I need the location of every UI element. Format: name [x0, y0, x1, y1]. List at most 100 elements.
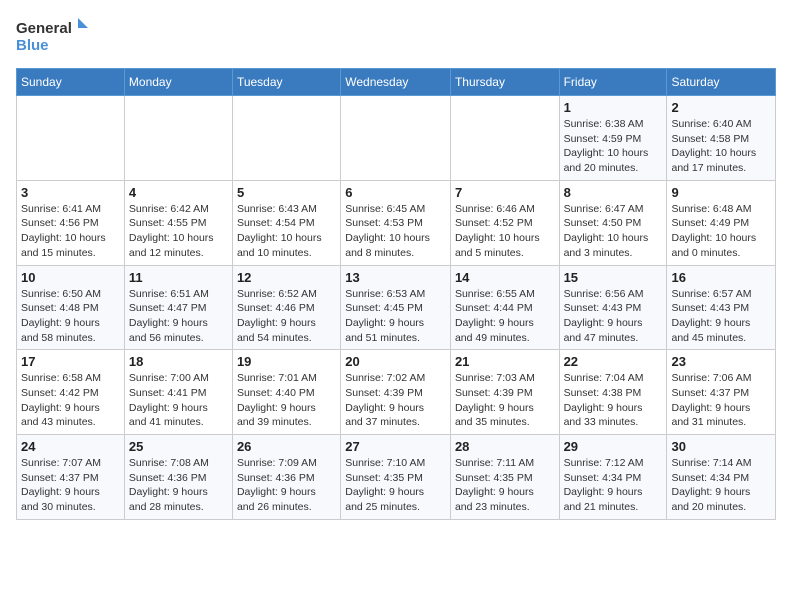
day-number: 14	[455, 270, 555, 285]
calendar-cell: 2 Sunrise: 6:40 AM Sunset: 4:58 PM Daylig…	[667, 96, 776, 181]
day-info: Sunrise: 7:14 AM Sunset: 4:34 PM Dayligh…	[671, 456, 771, 515]
day-info: Sunrise: 7:12 AM Sunset: 4:34 PM Dayligh…	[564, 456, 663, 515]
weekday-header-wednesday: Wednesday	[341, 69, 451, 96]
calendar-cell: 19 Sunrise: 7:01 AM Sunset: 4:40 PM Dayli…	[232, 350, 340, 435]
day-info: Sunrise: 6:48 AM Sunset: 4:49 PM Dayligh…	[671, 202, 771, 261]
day-info: Sunrise: 6:46 AM Sunset: 4:52 PM Dayligh…	[455, 202, 555, 261]
calendar-cell: 10Sunrise: 6:50 AM Sunset: 4:48 PM Dayli…	[17, 265, 125, 350]
calendar-cell: 7Sunrise: 6:46 AM Sunset: 4:52 PM Daylig…	[450, 180, 559, 265]
day-info: Sunrise: 6:45 AM Sunset: 4:53 PM Dayligh…	[345, 202, 446, 261]
day-info: Sunrise: 7:01 AM Sunset: 4:40 PM Dayligh…	[237, 371, 336, 430]
day-info: Sunrise: 7:07 AM Sunset: 4:37 PM Dayligh…	[21, 456, 120, 515]
calendar-cell: 24 Sunrise: 7:07 AM Sunset: 4:37 PM Dayli…	[17, 435, 125, 520]
day-info: Sunrise: 7:00 AM Sunset: 4:41 PM Dayligh…	[129, 371, 228, 430]
day-number: 21	[455, 354, 555, 369]
day-info: Sunrise: 7:10 AM Sunset: 4:35 PM Dayligh…	[345, 456, 446, 515]
calendar-cell: 27 Sunrise: 7:10 AM Sunset: 4:35 PM Dayli…	[341, 435, 451, 520]
calendar-cell: 30 Sunrise: 7:14 AM Sunset: 4:34 PM Dayli…	[667, 435, 776, 520]
page-header: GeneralBlue	[16, 16, 776, 56]
day-info: Sunrise: 6:41 AM Sunset: 4:56 PM Dayligh…	[21, 202, 120, 261]
day-info: Sunrise: 6:38 AM Sunset: 4:59 PM Dayligh…	[564, 117, 663, 176]
day-info: Sunrise: 7:06 AM Sunset: 4:37 PM Dayligh…	[671, 371, 771, 430]
calendar-cell: 18Sunrise: 7:00 AM Sunset: 4:41 PM Dayli…	[124, 350, 232, 435]
day-number: 22	[564, 354, 663, 369]
calendar-week-2: 3 Sunrise: 6:41 AM Sunset: 4:56 PM Daylig…	[17, 180, 776, 265]
calendar-week-3: 10Sunrise: 6:50 AM Sunset: 4:48 PM Dayli…	[17, 265, 776, 350]
day-number: 11	[129, 270, 228, 285]
calendar-cell: 14 Sunrise: 6:55 AM Sunset: 4:44 PM Dayli…	[450, 265, 559, 350]
svg-text:General: General	[16, 20, 72, 37]
logo: GeneralBlue	[16, 16, 96, 56]
calendar-cell: 6 Sunrise: 6:45 AM Sunset: 4:53 PM Daylig…	[341, 180, 451, 265]
day-info: Sunrise: 6:42 AM Sunset: 4:55 PM Dayligh…	[129, 202, 228, 261]
day-number: 20	[345, 354, 446, 369]
day-info: Sunrise: 7:08 AM Sunset: 4:36 PM Dayligh…	[129, 456, 228, 515]
day-number: 24	[21, 439, 120, 454]
calendar-cell: 13Sunrise: 6:53 AM Sunset: 4:45 PM Dayli…	[341, 265, 451, 350]
day-number: 17	[21, 354, 120, 369]
weekday-header-friday: Friday	[559, 69, 667, 96]
day-info: Sunrise: 7:02 AM Sunset: 4:39 PM Dayligh…	[345, 371, 446, 430]
day-info: Sunrise: 7:09 AM Sunset: 4:36 PM Dayligh…	[237, 456, 336, 515]
calendar-cell: 3 Sunrise: 6:41 AM Sunset: 4:56 PM Daylig…	[17, 180, 125, 265]
calendar-cell: 21 Sunrise: 7:03 AM Sunset: 4:39 PM Dayli…	[450, 350, 559, 435]
calendar-cell: 5Sunrise: 6:43 AM Sunset: 4:54 PM Daylig…	[232, 180, 340, 265]
calendar-cell	[341, 96, 451, 181]
day-number: 8	[564, 185, 663, 200]
weekday-header-row: SundayMondayTuesdayWednesdayThursdayFrid…	[17, 69, 776, 96]
day-number: 9	[671, 185, 771, 200]
day-info: Sunrise: 6:50 AM Sunset: 4:48 PM Dayligh…	[21, 287, 120, 346]
day-info: Sunrise: 6:47 AM Sunset: 4:50 PM Dayligh…	[564, 202, 663, 261]
calendar-cell: 15 Sunrise: 6:56 AM Sunset: 4:43 PM Dayli…	[559, 265, 667, 350]
day-info: Sunrise: 6:43 AM Sunset: 4:54 PM Dayligh…	[237, 202, 336, 261]
day-number: 25	[129, 439, 228, 454]
day-info: Sunrise: 6:56 AM Sunset: 4:43 PM Dayligh…	[564, 287, 663, 346]
day-number: 1	[564, 100, 663, 115]
calendar-week-4: 17 Sunrise: 6:58 AM Sunset: 4:42 PM Dayli…	[17, 350, 776, 435]
day-number: 4	[129, 185, 228, 200]
day-number: 26	[237, 439, 336, 454]
day-number: 12	[237, 270, 336, 285]
day-info: Sunrise: 6:52 AM Sunset: 4:46 PM Dayligh…	[237, 287, 336, 346]
day-number: 19	[237, 354, 336, 369]
calendar-cell: 28 Sunrise: 7:11 AM Sunset: 4:35 PM Dayli…	[450, 435, 559, 520]
day-info: Sunrise: 6:51 AM Sunset: 4:47 PM Dayligh…	[129, 287, 228, 346]
day-info: Sunrise: 6:55 AM Sunset: 4:44 PM Dayligh…	[455, 287, 555, 346]
calendar-cell: 9 Sunrise: 6:48 AM Sunset: 4:49 PM Daylig…	[667, 180, 776, 265]
day-info: Sunrise: 6:40 AM Sunset: 4:58 PM Dayligh…	[671, 117, 771, 176]
day-number: 13	[345, 270, 446, 285]
calendar-cell: 8 Sunrise: 6:47 AM Sunset: 4:50 PM Daylig…	[559, 180, 667, 265]
day-number: 6	[345, 185, 446, 200]
weekday-header-monday: Monday	[124, 69, 232, 96]
day-info: Sunrise: 7:11 AM Sunset: 4:35 PM Dayligh…	[455, 456, 555, 515]
calendar-cell: 17 Sunrise: 6:58 AM Sunset: 4:42 PM Dayli…	[17, 350, 125, 435]
calendar-cell: 1 Sunrise: 6:38 AM Sunset: 4:59 PM Daylig…	[559, 96, 667, 181]
calendar-cell	[232, 96, 340, 181]
calendar-cell	[450, 96, 559, 181]
day-number: 3	[21, 185, 120, 200]
day-number: 2	[671, 100, 771, 115]
day-number: 28	[455, 439, 555, 454]
weekday-header-tuesday: Tuesday	[232, 69, 340, 96]
day-number: 27	[345, 439, 446, 454]
calendar-cell: 4 Sunrise: 6:42 AM Sunset: 4:55 PM Daylig…	[124, 180, 232, 265]
calendar-cell: 11 Sunrise: 6:51 AM Sunset: 4:47 PM Dayli…	[124, 265, 232, 350]
weekday-header-saturday: Saturday	[667, 69, 776, 96]
day-number: 15	[564, 270, 663, 285]
day-info: Sunrise: 7:04 AM Sunset: 4:38 PM Dayligh…	[564, 371, 663, 430]
calendar-cell: 20 Sunrise: 7:02 AM Sunset: 4:39 PM Dayli…	[341, 350, 451, 435]
day-number: 23	[671, 354, 771, 369]
calendar-cell: 22 Sunrise: 7:04 AM Sunset: 4:38 PM Dayli…	[559, 350, 667, 435]
calendar-cell: 23 Sunrise: 7:06 AM Sunset: 4:37 PM Dayli…	[667, 350, 776, 435]
weekday-header-thursday: Thursday	[450, 69, 559, 96]
day-info: Sunrise: 6:58 AM Sunset: 4:42 PM Dayligh…	[21, 371, 120, 430]
day-number: 29	[564, 439, 663, 454]
calendar-cell: 29 Sunrise: 7:12 AM Sunset: 4:34 PM Dayli…	[559, 435, 667, 520]
day-number: 16	[671, 270, 771, 285]
day-info: Sunrise: 6:57 AM Sunset: 4:43 PM Dayligh…	[671, 287, 771, 346]
calendar-table: SundayMondayTuesdayWednesdayThursdayFrid…	[16, 68, 776, 520]
day-number: 30	[671, 439, 771, 454]
day-info: Sunrise: 7:03 AM Sunset: 4:39 PM Dayligh…	[455, 371, 555, 430]
calendar-week-5: 24 Sunrise: 7:07 AM Sunset: 4:37 PM Dayli…	[17, 435, 776, 520]
calendar-week-1: 1 Sunrise: 6:38 AM Sunset: 4:59 PM Daylig…	[17, 96, 776, 181]
